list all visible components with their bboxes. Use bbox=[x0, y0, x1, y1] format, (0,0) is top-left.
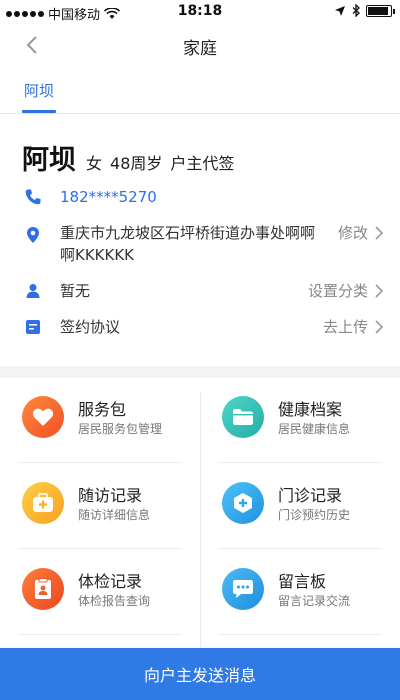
grid-divider bbox=[218, 634, 382, 635]
grid-item-subtitle: 留言记录交流 bbox=[278, 594, 351, 608]
heart-icon bbox=[22, 396, 64, 438]
tab-aba[interactable]: 阿坝 bbox=[24, 80, 54, 101]
address-line-2: 啊KKKKKK bbox=[60, 246, 135, 264]
profile-header: 阿坝 女 48周岁 户主代签 bbox=[22, 138, 234, 177]
grid-item-title: 健康档案 bbox=[278, 400, 343, 419]
grid-divider bbox=[218, 462, 382, 463]
grid-item-subtitle: 门诊预约历史 bbox=[278, 508, 351, 522]
tab-indicator bbox=[22, 110, 56, 113]
chevron-right-icon bbox=[375, 225, 384, 240]
profile-card: 阿坝 女 48周岁 户主代签 182****5270 重庆市九龙坡区石坪桥街道办… bbox=[0, 114, 400, 366]
grid-item-clinic-record[interactable]: 门诊记录 门诊预约历史 bbox=[200, 464, 400, 548]
grid-item-health-archive[interactable]: 健康档案 居民健康信息 bbox=[200, 378, 400, 462]
bluetooth-icon bbox=[352, 4, 360, 17]
upload-agreement[interactable]: 去上传 bbox=[323, 316, 384, 337]
report-icon bbox=[22, 568, 64, 610]
set-category[interactable]: 设置分类 bbox=[308, 280, 384, 301]
agreement-label: 签约协议 bbox=[60, 318, 121, 336]
status-bar: 中国移动 18:18 bbox=[0, 0, 400, 23]
grid-item-title: 服务包 bbox=[78, 400, 127, 419]
grid-item-followup-record[interactable]: 随访记录 随访详细信息 bbox=[0, 464, 200, 548]
grid-divider bbox=[18, 462, 182, 463]
grid-item-title: 门诊记录 bbox=[278, 486, 343, 505]
address-edit-label: 修改 bbox=[337, 224, 368, 242]
grid-item-subtitle: 居民健康信息 bbox=[278, 422, 351, 436]
battery-icon bbox=[366, 4, 395, 17]
tab-bar: 阿坝 bbox=[0, 68, 400, 114]
grid-item-service-package[interactable]: 服务包 居民服务包管理 bbox=[0, 378, 200, 462]
resident-age: 48周岁 bbox=[110, 154, 163, 173]
chevron-right-icon bbox=[375, 283, 384, 298]
grid-divider bbox=[18, 548, 182, 549]
category-row[interactable]: 暂无 设置分类 bbox=[0, 280, 400, 306]
grid-item-message-board[interactable]: 留言板 留言记录交流 bbox=[200, 550, 400, 634]
grid-divider bbox=[18, 634, 182, 635]
location-arrow-icon bbox=[335, 5, 345, 16]
phone-row[interactable]: 182****5270 bbox=[0, 186, 400, 212]
upload-agreement-label: 去上传 bbox=[322, 318, 368, 336]
resident-name: 阿坝 bbox=[22, 145, 76, 176]
address-text: 重庆市九龙坡区石坪桥街道办事处啊啊 啊KKKKKK bbox=[60, 222, 322, 266]
resident-gender: 女 bbox=[86, 154, 103, 173]
chat-icon bbox=[222, 568, 264, 610]
grid-item-exam-record[interactable]: 体检记录 体检报告查询 bbox=[0, 550, 200, 634]
address-edit[interactable]: 修改 bbox=[338, 222, 384, 243]
grid-item-title: 体检记录 bbox=[78, 572, 143, 591]
location-pin-icon bbox=[27, 227, 39, 243]
category-value: 暂无 bbox=[60, 282, 91, 300]
grid-divider bbox=[218, 548, 382, 549]
resident-role: 户主代签 bbox=[170, 154, 235, 173]
nav-bar: 家庭 bbox=[0, 22, 400, 68]
agreement-row[interactable]: 签约协议 去上传 bbox=[0, 316, 400, 342]
grid-item-subtitle: 体检报告查询 bbox=[78, 594, 151, 608]
phone-number[interactable]: 182****5270 bbox=[60, 186, 157, 208]
send-message-label: 向户主发送消息 bbox=[143, 666, 256, 685]
set-category-label: 设置分类 bbox=[307, 282, 368, 300]
grid-item-title: 随访记录 bbox=[78, 486, 143, 505]
medkit-icon bbox=[22, 482, 64, 524]
clinic-icon bbox=[222, 482, 264, 524]
address-row[interactable]: 重庆市九龙坡区石坪桥街道办事处啊啊 啊KKKKKK 修改 bbox=[0, 222, 400, 270]
person-icon bbox=[26, 284, 40, 298]
grid-item-subtitle: 居民服务包管理 bbox=[78, 422, 163, 436]
document-icon bbox=[26, 320, 40, 334]
chevron-right-icon bbox=[375, 319, 384, 334]
folder-icon bbox=[222, 396, 264, 438]
grid-item-subtitle: 随访详细信息 bbox=[78, 508, 151, 522]
page-title: 家庭 bbox=[183, 39, 217, 59]
function-grid: 服务包 居民服务包管理 健康档案 居民健康信息 随访记录 随访详细信息 门诊记录… bbox=[0, 378, 400, 696]
grid-item-title: 留言板 bbox=[278, 572, 327, 591]
address-line-1: 重庆市九龙坡区石坪桥街道办事处啊啊 bbox=[60, 224, 316, 242]
send-message-button[interactable]: 向户主发送消息 bbox=[0, 648, 400, 700]
phone-icon bbox=[25, 189, 41, 205]
